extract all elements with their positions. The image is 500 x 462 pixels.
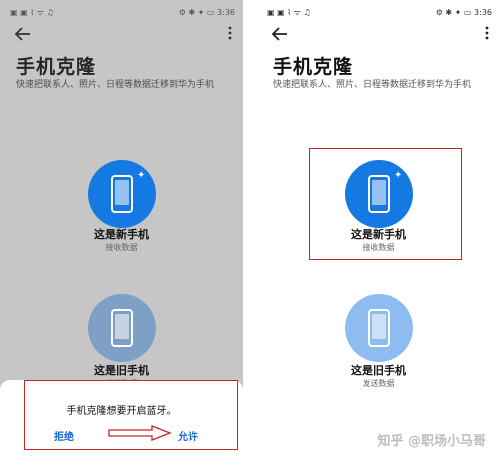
phone-icon bbox=[368, 309, 390, 347]
old-phone-sub: 发送数据 bbox=[362, 379, 395, 388]
status-right-group: ⚙ ✱ ✦ ▭ 3:36 bbox=[179, 8, 235, 17]
page-subtitle: 快速把联系人、照片、日程等数据迁移到华为手机 bbox=[273, 80, 472, 90]
phone-icon bbox=[111, 175, 133, 213]
watermark: 知乎 @职场小马哥 bbox=[377, 434, 486, 449]
new-phone-sub: 接收数据 bbox=[105, 243, 138, 252]
new-phone-label: 这是新手机 bbox=[94, 228, 149, 241]
status-bar: ▣ ▣ ⌇ ᯤ ♫ ⚙ ✱ ✦ ▭ 3:36 bbox=[267, 6, 492, 18]
annotation-box-new-phone bbox=[309, 148, 462, 260]
back-arrow-icon[interactable] bbox=[271, 26, 289, 42]
page-subtitle: 快速把联系人、照片、日程等数据迁移到华为手机 bbox=[16, 80, 215, 90]
status-icons-left: ▣ ▣ ⌇ ᯤ ♫ bbox=[10, 7, 54, 17]
right-screen: ▣ ▣ ⌇ ᯤ ♫ ⚙ ✱ ✦ ▭ 3:36 手机克隆 快速把联系人、照片、日程… bbox=[257, 0, 500, 462]
status-time: 3:36 bbox=[217, 7, 235, 17]
page-title: 手机克隆 bbox=[273, 56, 354, 78]
right-arrow-annotation bbox=[108, 425, 172, 441]
sparkle-icon: ✦ bbox=[137, 170, 146, 181]
new-phone-option[interactable]: ✦ 这是新手机 接收数据 bbox=[0, 160, 243, 260]
left-screen: ▣ ▣ ⌇ ᯤ ♫ ⚙ ✱ ✦ ▭ 3:36 手机克隆 快速把联系人、照片、日程… bbox=[0, 0, 243, 462]
back-arrow-icon[interactable] bbox=[14, 26, 32, 42]
status-right-group: ⚙ ✱ ✦ ▭ 3:36 bbox=[436, 8, 492, 17]
old-phone-option[interactable]: 这是旧手机 发送数据 bbox=[257, 294, 500, 394]
phone-icon bbox=[111, 309, 133, 347]
old-phone-circle bbox=[88, 294, 156, 362]
status-icons-left: ▣ ▣ ⌇ ᯤ ♫ bbox=[267, 7, 311, 17]
page-title: 手机克隆 bbox=[16, 56, 97, 78]
old-phone-option[interactable]: 这是旧手机 发送数据 bbox=[0, 294, 243, 394]
more-vert-icon[interactable] bbox=[484, 25, 490, 41]
status-icons-right: ⚙ ✱ ✦ ▭ bbox=[435, 7, 472, 17]
old-phone-circle bbox=[345, 294, 413, 362]
status-bar: ▣ ▣ ⌇ ᯤ ♫ ⚙ ✱ ✦ ▭ 3:36 bbox=[10, 6, 235, 18]
status-time: 3:36 bbox=[474, 7, 492, 17]
new-phone-circle: ✦ bbox=[88, 160, 156, 228]
old-phone-label: 这是旧手机 bbox=[94, 364, 149, 377]
status-icons-right: ⚙ ✱ ✦ ▭ bbox=[178, 7, 215, 17]
more-vert-icon[interactable] bbox=[227, 25, 233, 41]
old-phone-label: 这是旧手机 bbox=[351, 364, 406, 377]
